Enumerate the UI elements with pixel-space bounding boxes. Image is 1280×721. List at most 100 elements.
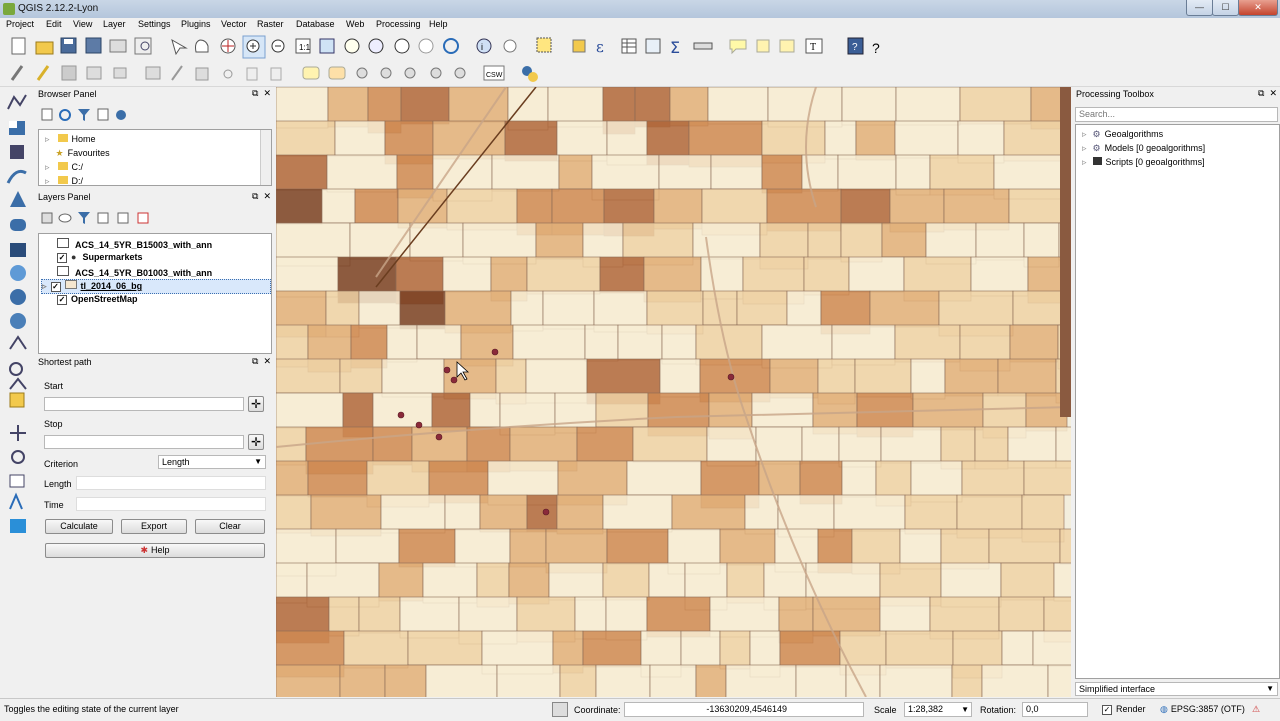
add-spatialite-icon[interactable] (10, 145, 24, 159)
messages-icon[interactable]: ⚠ (1252, 704, 1260, 715)
help-contents-icon[interactable]: ? (847, 37, 864, 55)
identify-icon[interactable]: i (476, 38, 492, 54)
text-annotation-icon[interactable]: T (805, 38, 823, 54)
add-wms-icon[interactable] (10, 265, 26, 281)
move-feature-icon[interactable] (113, 67, 127, 79)
copy-features-icon[interactable] (246, 67, 258, 81)
filter-legend-icon[interactable] (78, 212, 90, 224)
close-panel-icon[interactable]: ✕ (263, 356, 271, 366)
node-tool-icon[interactable] (145, 66, 161, 80)
calculate-button[interactable]: Calculate (45, 519, 113, 534)
add-vector-tile-icon[interactable] (9, 492, 23, 510)
pin-labels-icon[interactable] (356, 67, 368, 79)
menu-processing[interactable]: Processing (376, 19, 421, 29)
zoom-in-icon[interactable] (242, 35, 266, 59)
composer-manager-icon[interactable] (134, 37, 152, 55)
menu-vector[interactable]: Vector (221, 19, 247, 29)
minimize-button[interactable]: — (1186, 0, 1213, 16)
add-feature-icon[interactable] (86, 66, 102, 80)
save-as-icon[interactable] (85, 37, 102, 54)
browser-item-c[interactable]: ▹ C:/ (45, 162, 83, 173)
properties-icon[interactable] (116, 110, 126, 120)
add-gps-icon[interactable] (11, 450, 25, 464)
float-icon[interactable]: ⧉ (252, 356, 258, 366)
add-mssql-icon[interactable] (10, 191, 26, 207)
map-tips-icon[interactable] (729, 39, 747, 55)
close-panel-icon[interactable]: ✕ (1269, 88, 1277, 98)
menu-database[interactable]: Database (296, 19, 335, 29)
clear-button[interactable]: Clear (195, 519, 265, 534)
move-label-icon[interactable] (404, 67, 416, 79)
save-project-icon[interactable] (60, 37, 77, 54)
menu-project[interactable]: Project (6, 19, 34, 29)
expression-select-icon[interactable]: ε (596, 38, 604, 56)
criterion-select[interactable]: Length ▼ (158, 455, 266, 469)
delete-icon[interactable] (195, 67, 209, 81)
new-gpx-icon[interactable] (9, 377, 27, 390)
add-db2-icon[interactable] (10, 243, 26, 257)
remove-layer-icon[interactable] (137, 212, 149, 224)
menu-web[interactable]: Web (346, 19, 364, 29)
pick-start-button[interactable]: ✛ (248, 396, 264, 412)
zoom-out-icon[interactable] (271, 39, 285, 53)
styling-icon[interactable] (41, 212, 53, 224)
add-postgis-icon[interactable] (6, 169, 27, 184)
collapse-layers-icon[interactable] (117, 212, 129, 224)
browser-item-favourites[interactable]: ★ Favourites (45, 148, 110, 159)
bookmark-icon[interactable] (756, 39, 770, 53)
export-button[interactable]: Export (121, 519, 187, 534)
toolbox-item-geoalgorithms[interactable]: ▹ ⚙ Geoalgorithms (1082, 129, 1163, 140)
open-project-icon[interactable] (35, 41, 54, 55)
stop-input[interactable] (44, 435, 244, 449)
rotation-input[interactable]: 0,0 (1022, 702, 1088, 717)
toolbox-item-scripts[interactable]: ▹ Scripts [0 geoalgorithms] (1082, 157, 1205, 168)
label-tool-icon[interactable] (302, 66, 320, 80)
touch-zoom-icon[interactable] (171, 38, 188, 56)
toolbox-item-models[interactable]: ▹ ⚙ Models [0 geoalgorithms] (1082, 143, 1205, 154)
menu-edit[interactable]: Edit (46, 19, 62, 29)
add-virtual-table-icon[interactable] (9, 474, 25, 488)
zoom-next-icon[interactable] (418, 38, 434, 54)
layer-item[interactable]: ACS_14_5YR_B01003_with_ann (57, 266, 212, 278)
refresh-icon[interactable] (443, 38, 459, 54)
render-checkbox[interactable]: ✓ Render (1102, 704, 1146, 715)
add-wfs-icon[interactable] (10, 313, 26, 329)
close-panel-icon[interactable]: ✕ (263, 88, 271, 98)
add-delimited-text-icon[interactable] (9, 392, 25, 408)
annotation-icon[interactable] (779, 39, 795, 53)
menu-raster[interactable]: Raster (257, 19, 284, 29)
menu-layer[interactable]: Layer (103, 19, 126, 29)
map-canvas[interactable] (276, 87, 1071, 697)
collapse-all-icon[interactable] (97, 108, 109, 121)
menu-plugins[interactable]: Plugins (181, 19, 211, 29)
save-edits-icon[interactable] (61, 65, 77, 81)
layer-labeling-icon[interactable] (328, 66, 346, 80)
new-project-icon[interactable] (11, 37, 26, 55)
paste-features-icon[interactable] (270, 67, 282, 81)
add-mesh-icon[interactable] (10, 519, 26, 533)
zoom-full-icon[interactable] (319, 38, 335, 54)
show-labels-icon[interactable] (380, 67, 392, 79)
new-spatialite-layer-icon[interactable] (9, 362, 23, 376)
attribute-table-icon[interactable] (621, 38, 637, 54)
menu-settings[interactable]: Settings (138, 19, 171, 29)
add-raster-icon[interactable] (9, 121, 25, 135)
expand-all-icon[interactable] (97, 212, 109, 224)
new-shapefile-icon[interactable] (9, 335, 27, 350)
zoom-to-layer-icon[interactable] (368, 38, 384, 54)
crs-status[interactable]: ◍ EPSG:3857 (OTF) (1160, 704, 1245, 715)
browser-scrollbar[interactable] (260, 130, 271, 185)
cut-features-icon[interactable] (223, 69, 233, 79)
print-composer-icon[interactable] (109, 39, 127, 53)
layer-item-selected[interactable]: ▹ ✓ tl_2014_06_bg (41, 279, 271, 294)
close-panel-icon[interactable]: ✕ (263, 191, 271, 201)
add-virtual-layer-icon[interactable] (10, 425, 26, 441)
close-button[interactable]: ✕ (1238, 0, 1278, 16)
add-selected-layers-icon[interactable] (41, 108, 53, 121)
visibility-eye-icon[interactable] (58, 213, 72, 223)
maximize-button[interactable]: ☐ (1212, 0, 1239, 16)
start-input[interactable] (44, 397, 244, 411)
add-wcs-icon[interactable] (10, 289, 26, 305)
toolbox-search-input[interactable]: Search... (1075, 107, 1278, 122)
pan-hand-icon[interactable] (195, 39, 209, 53)
